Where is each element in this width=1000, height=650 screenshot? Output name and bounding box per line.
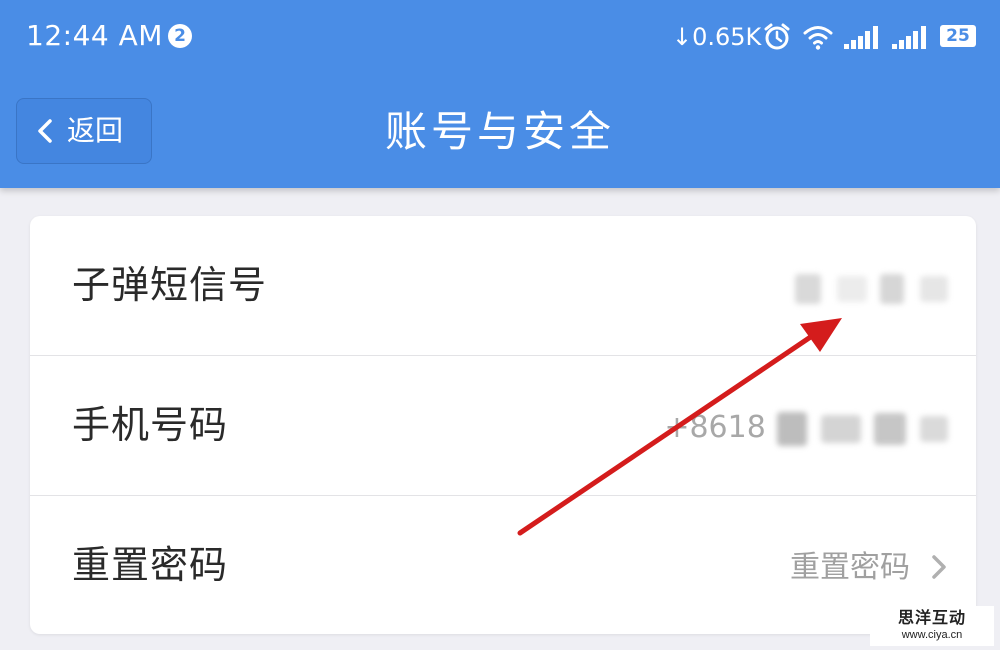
watermark-url: www.ciya.cn [901, 629, 963, 641]
chevron-right-icon [932, 555, 946, 579]
network-speed-value: 0.65K [692, 23, 762, 51]
settings-row-reset-password[interactable]: 重置密码 重置密码 [30, 496, 976, 635]
signal-sim2-icon [892, 26, 926, 49]
blurred-text [820, 414, 861, 443]
settings-row-label: 子弹短信号 [72, 263, 268, 307]
watermark-text: 思洋互动 [897, 608, 966, 627]
status-time: 12:44 AM [26, 19, 163, 52]
blurred-text [880, 273, 905, 304]
settings-row-bullet-id[interactable]: 子弹短信号 [30, 216, 976, 355]
page-title: 账号与安全 [384, 107, 615, 156]
wifi-icon [803, 26, 833, 50]
blurred-text [836, 275, 867, 302]
battery-indicator: 25 [940, 25, 976, 47]
settings-row-label: 手机号码 [72, 403, 229, 447]
settings-row-label: 重置密码 [72, 543, 229, 587]
download-arrow-icon: ↓ [672, 23, 693, 51]
navigation-bar: 返回 账号与安全 [0, 76, 1000, 188]
phone-number-prefix: +8618 [664, 410, 766, 445]
notification-count-badge: 2 [168, 24, 192, 48]
settings-row-phone-number[interactable]: 手机号码 +8618 [30, 356, 976, 495]
signal-sim1-icon [844, 26, 878, 49]
blurred-text [874, 412, 907, 445]
blurred-text [920, 415, 948, 442]
reset-password-value: 重置密码 [790, 550, 910, 585]
status-bar: 12:44 AM 2 ↓0.65K 25 [0, 0, 1000, 72]
bullet-id-value-blurred [795, 268, 948, 308]
alarm-clock-icon [764, 23, 790, 50]
network-speed: ↓0.65K [672, 20, 761, 54]
phone-number-value: +8618 [664, 408, 948, 448]
settings-list: 子弹短信号 手机号码 +8618 重置密码 重置密码 [30, 216, 976, 634]
blurred-text [795, 273, 822, 304]
blurred-text [777, 411, 808, 446]
watermark: 思洋互动 www.ciya.cn [870, 606, 994, 646]
blurred-text [920, 275, 948, 302]
app-header: 12:44 AM 2 ↓0.65K 25 返回 账号与安全 [0, 0, 1000, 188]
account-security-screen: 12:44 AM 2 ↓0.65K 25 返回 账号与安全 子弹短信号 手机号码… [0, 0, 1000, 650]
